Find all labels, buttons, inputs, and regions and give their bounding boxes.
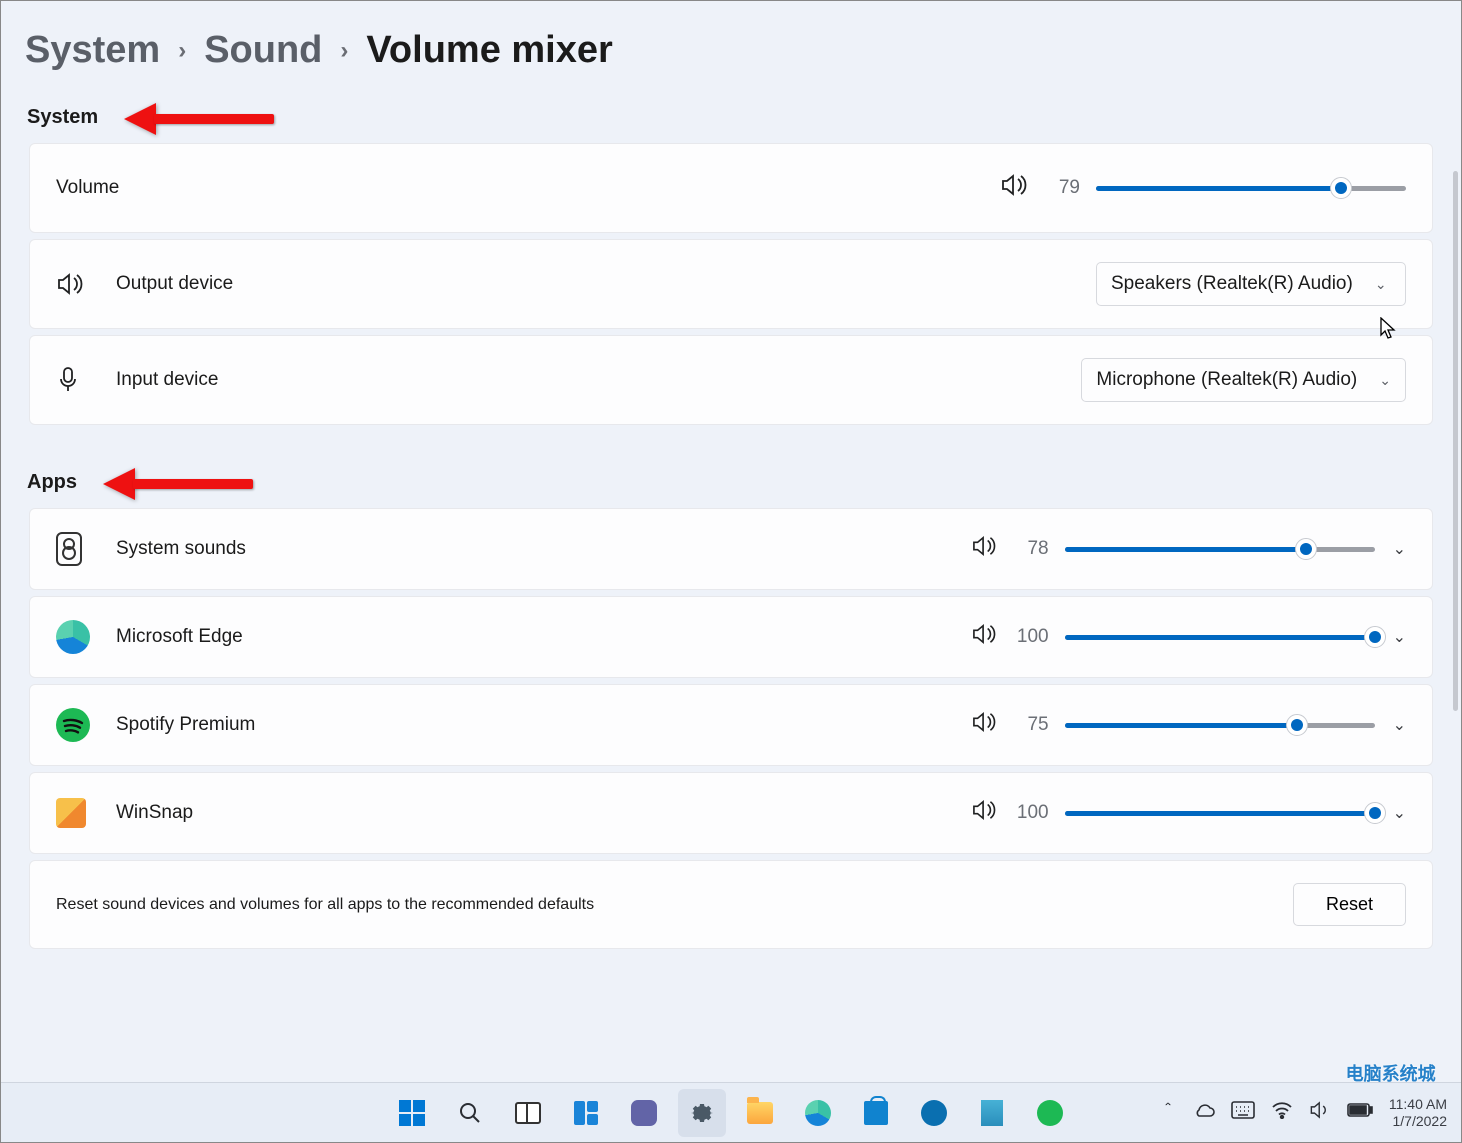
app-label: Microsoft Edge	[116, 626, 243, 648]
section-title-system-label: System	[27, 106, 98, 128]
spotify-button[interactable]	[1026, 1089, 1074, 1137]
breadcrumb-current: Volume mixer	[366, 29, 612, 72]
app-row-spotify[interactable]: Spotify Premium 75 ⌄	[29, 684, 1433, 766]
tray-overflow-icon[interactable]: ＾	[1159, 1100, 1177, 1126]
spotify-icon	[56, 708, 98, 742]
file-explorer-button[interactable]	[736, 1089, 784, 1137]
vertical-scrollbar[interactable]	[1453, 171, 1458, 711]
app-volume-value: 78	[1013, 538, 1049, 560]
chevron-down-icon[interactable]: ⌄	[1393, 627, 1406, 647]
speaker-icon	[56, 272, 98, 296]
watermark-line1: 电脑系统城	[1346, 1064, 1436, 1084]
section-title-system: System	[1, 82, 1461, 143]
start-button[interactable]	[388, 1089, 436, 1137]
app-volume-control: 75	[971, 711, 1375, 739]
breadcrumb-system[interactable]: System	[25, 29, 160, 72]
app-volume-value: 75	[1013, 714, 1049, 736]
section-title-apps: Apps	[1, 431, 1461, 508]
system-sounds-icon	[56, 532, 98, 566]
output-device-label: Output device	[116, 273, 233, 295]
app-volume-slider[interactable]	[1065, 804, 1375, 822]
app-label: System sounds	[116, 538, 246, 560]
app-label: WinSnap	[116, 802, 193, 824]
app-volume-slider[interactable]	[1065, 716, 1375, 734]
chat-button[interactable]	[620, 1089, 668, 1137]
chevron-down-icon: ⌄	[1375, 276, 1387, 293]
winsnap-icon	[56, 798, 98, 828]
master-volume-control: 79	[1000, 173, 1406, 203]
chevron-down-icon[interactable]: ⌄	[1393, 539, 1406, 559]
reset-button[interactable]: Reset	[1293, 883, 1406, 926]
chevron-right-icon: ›	[178, 37, 186, 65]
master-volume-label: Volume	[56, 177, 119, 199]
edge-icon	[56, 620, 98, 654]
speaker-icon[interactable]	[971, 623, 997, 651]
speaker-icon[interactable]	[971, 711, 997, 739]
volume-tray-icon[interactable]	[1309, 1100, 1331, 1125]
app-button[interactable]	[968, 1089, 1016, 1137]
output-device-dropdown[interactable]: Speakers (Realtek(R) Audio) ⌄	[1096, 262, 1406, 306]
chevron-right-icon: ›	[340, 37, 348, 65]
app-volume-slider[interactable]	[1065, 628, 1375, 646]
input-device-label: Input device	[116, 369, 218, 391]
wifi-icon[interactable]	[1271, 1101, 1293, 1124]
microphone-icon	[56, 366, 98, 394]
app-row-winsnap[interactable]: WinSnap 100 ⌄	[29, 772, 1433, 854]
taskview-button[interactable]	[504, 1089, 552, 1137]
reset-description: Reset sound devices and volumes for all …	[56, 896, 594, 914]
input-device-selected: Microphone (Realtek(R) Audio)	[1096, 369, 1357, 391]
master-volume-value: 79	[1044, 177, 1080, 199]
tray-clock[interactable]: 11:40 AM 1/7/2022	[1389, 1096, 1447, 1128]
app-volume-slider[interactable]	[1065, 540, 1375, 558]
app-row-system-sounds[interactable]: System sounds 78 ⌄	[29, 508, 1433, 590]
app-volume-control: 78	[971, 535, 1375, 563]
app-volume-control: 100	[971, 799, 1375, 827]
taskbar-center	[388, 1089, 1074, 1137]
dell-app-button[interactable]	[910, 1089, 958, 1137]
annotation-arrow-icon	[103, 474, 253, 492]
edge-button[interactable]	[794, 1089, 842, 1137]
app-volume-control: 100	[971, 623, 1375, 651]
breadcrumb-sound[interactable]: Sound	[204, 29, 322, 72]
app-volume-value: 100	[1013, 802, 1049, 824]
speaker-icon[interactable]	[971, 535, 997, 563]
row-master-volume: Volume 79	[29, 143, 1433, 233]
chevron-down-icon[interactable]: ⌄	[1393, 803, 1406, 823]
row-reset-defaults: Reset sound devices and volumes for all …	[29, 860, 1433, 949]
row-output-device: Output device Speakers (Realtek(R) Audio…	[29, 239, 1433, 329]
microsoft-store-button[interactable]	[852, 1089, 900, 1137]
tray-time: 11:40 AM	[1389, 1096, 1447, 1112]
output-device-selected: Speakers (Realtek(R) Audio)	[1111, 273, 1353, 295]
speaker-icon[interactable]	[1000, 173, 1028, 203]
system-tray: ＾ 11:40 AM 1/7/2022	[1159, 1096, 1461, 1128]
app-volume-value: 100	[1013, 626, 1049, 648]
settings-app-button[interactable]	[678, 1089, 726, 1137]
chevron-down-icon: ⌄	[1379, 372, 1391, 389]
speaker-icon[interactable]	[971, 799, 997, 827]
battery-icon[interactable]	[1347, 1102, 1373, 1123]
search-button[interactable]	[446, 1089, 494, 1137]
app-label: Spotify Premium	[116, 714, 255, 736]
chevron-down-icon[interactable]: ⌄	[1393, 715, 1406, 735]
annotation-arrow-icon	[124, 109, 274, 127]
breadcrumb: System › Sound › Volume mixer	[1, 1, 1461, 82]
taskbar: ＾ 11:40 AM 1/7/2022	[1, 1082, 1461, 1142]
row-input-device: Input device Microphone (Realtek(R) Audi…	[29, 335, 1433, 425]
section-title-apps-label: Apps	[27, 471, 77, 493]
onedrive-icon[interactable]	[1193, 1102, 1215, 1123]
master-volume-slider[interactable]	[1096, 179, 1406, 197]
input-device-dropdown[interactable]: Microphone (Realtek(R) Audio) ⌄	[1081, 358, 1406, 402]
settings-volume-mixer-page: System › Sound › Volume mixer System Vol…	[0, 0, 1462, 1143]
tray-date: 1/7/2022	[1393, 1113, 1448, 1129]
app-row-microsoft-edge[interactable]: Microsoft Edge 100 ⌄	[29, 596, 1433, 678]
keyboard-icon[interactable]	[1231, 1101, 1255, 1124]
widgets-button[interactable]	[562, 1089, 610, 1137]
